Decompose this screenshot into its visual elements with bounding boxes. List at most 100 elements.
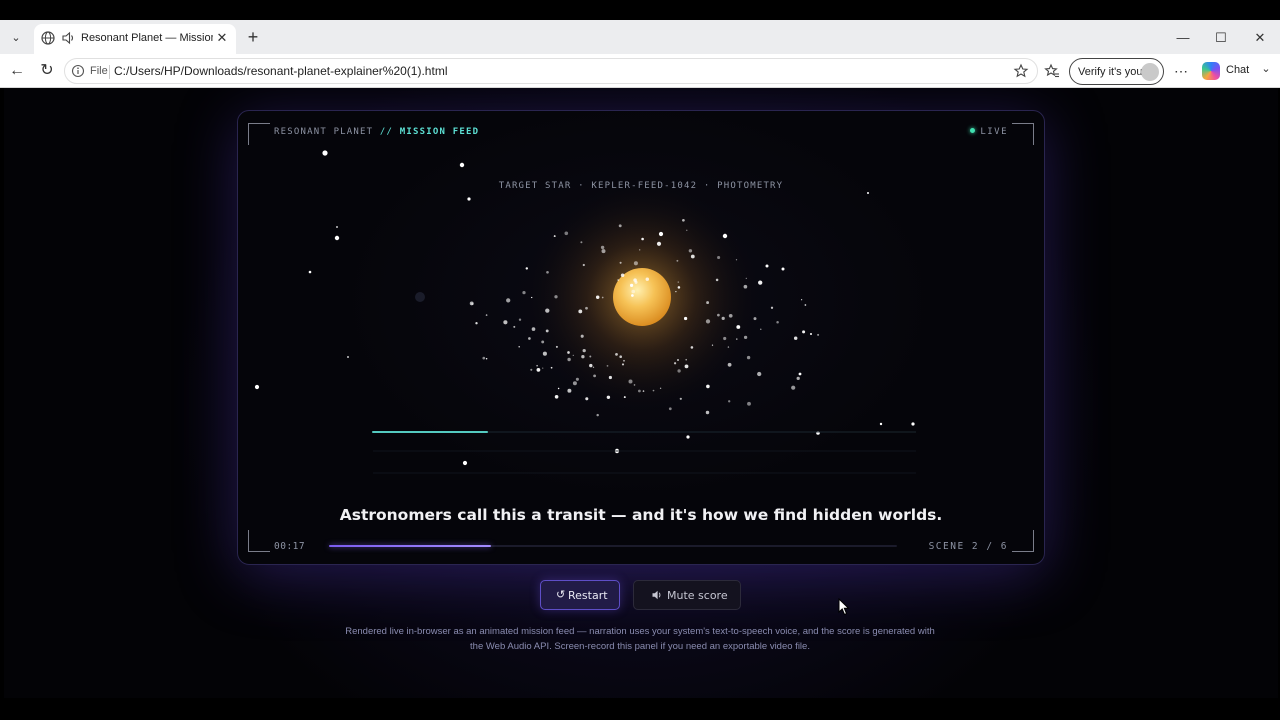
favorites-icon[interactable] xyxy=(1044,63,1060,79)
star-particle xyxy=(798,372,802,376)
star-icon[interactable] xyxy=(1013,63,1029,79)
narration-caption: Astronomers call this a transit — and it… xyxy=(339,506,943,524)
star-particle xyxy=(485,314,488,316)
star-particle xyxy=(688,249,693,253)
star-particle xyxy=(796,376,800,381)
chat-button[interactable]: Chat xyxy=(1200,60,1262,82)
mute-score-button[interactable]: Mute score xyxy=(633,580,741,610)
star-particle xyxy=(757,371,762,377)
star-particle xyxy=(765,264,769,268)
star-particle xyxy=(758,280,763,285)
star-particle xyxy=(593,374,596,378)
star-particle xyxy=(631,289,636,294)
star-particle xyxy=(656,241,662,246)
star-particle xyxy=(506,298,511,303)
star-particle xyxy=(554,295,558,299)
star-particle xyxy=(334,235,340,241)
star-particle xyxy=(760,328,762,330)
live-dot-icon xyxy=(970,128,976,133)
tab-close-icon[interactable]: ✕ xyxy=(214,30,230,46)
star-particle xyxy=(619,261,622,264)
star-particle xyxy=(601,249,606,254)
light-curve xyxy=(372,431,916,474)
hud-corner-bottom-right xyxy=(1012,530,1034,552)
address-scheme: File xyxy=(90,65,108,77)
star-particle xyxy=(601,296,604,299)
star-particle xyxy=(606,395,611,400)
star-particle xyxy=(736,325,741,329)
close-window-button[interactable]: ✕ xyxy=(1248,28,1272,48)
star-particle xyxy=(631,294,634,297)
chevron-down-icon[interactable]: ⌄ xyxy=(1258,62,1274,80)
star-particle xyxy=(580,334,584,338)
star-particle xyxy=(676,259,679,262)
info-icon[interactable] xyxy=(71,64,85,78)
star-particle xyxy=(727,346,730,348)
star-particle xyxy=(522,290,526,295)
maximize-button[interactable]: ☐ xyxy=(1209,28,1233,48)
star-particle xyxy=(791,385,796,390)
star-particle xyxy=(347,356,349,358)
star-particle xyxy=(690,254,695,259)
star-particle xyxy=(462,460,468,466)
star-particle xyxy=(743,284,748,289)
star-particle xyxy=(513,325,516,328)
star-particle xyxy=(715,278,719,282)
star-particle xyxy=(867,192,869,194)
new-tab-button[interactable]: + xyxy=(243,28,263,48)
playback-progress-fill xyxy=(329,545,491,547)
star-particle xyxy=(254,384,260,390)
star-particle xyxy=(911,422,915,426)
address-url[interactable]: C:/Users/HP/Downloads/resonant-planet-ex… xyxy=(114,64,447,78)
star-particle xyxy=(322,150,328,156)
avatar xyxy=(1141,63,1159,81)
tab-menu-chevron-down-icon[interactable]: ⌄ xyxy=(6,28,26,48)
star-particle xyxy=(589,363,593,368)
star-particle xyxy=(471,302,474,306)
star-particle xyxy=(801,299,803,301)
star-particle xyxy=(642,390,645,392)
star-particle xyxy=(683,316,688,321)
star-particle xyxy=(542,367,544,369)
browser-tab[interactable]: Resonant Planet — Mission Fe ✕ xyxy=(34,24,236,54)
star-particle xyxy=(721,316,725,321)
restart-label: Restart xyxy=(568,589,608,602)
star-particle xyxy=(545,329,549,333)
more-icon[interactable]: ⋯ xyxy=(1171,61,1191,81)
back-arrow-icon[interactable]: ← xyxy=(7,61,27,81)
playback-progress-bar[interactable] xyxy=(329,545,897,547)
address-bar[interactable]: File C:/Users/HP/Downloads/resonant-plan… xyxy=(64,58,1038,84)
star-particle xyxy=(685,358,687,361)
star-particle xyxy=(595,295,600,300)
verify-profile-button[interactable]: Verify it's you xyxy=(1069,58,1164,85)
star-particle xyxy=(804,304,807,306)
star-particle xyxy=(705,319,711,324)
star-particle xyxy=(634,280,638,284)
star-particle xyxy=(546,270,549,274)
star-particle xyxy=(711,344,714,346)
star-particle xyxy=(717,255,721,260)
transiting-planet xyxy=(415,292,425,302)
star-particle xyxy=(530,368,533,371)
star-particle xyxy=(793,336,798,340)
minimize-button[interactable]: — xyxy=(1171,28,1195,48)
feed-title: RESONANT PLANET // MISSION FEED xyxy=(274,127,479,137)
restart-button[interactable]: ↺ Restart xyxy=(540,580,620,610)
star-particle xyxy=(615,353,618,356)
bottom-black-bar xyxy=(0,698,1280,720)
globe-icon xyxy=(41,31,55,45)
star-particle xyxy=(677,281,680,283)
star-particle xyxy=(623,396,626,399)
star-particle xyxy=(628,379,633,384)
star-particle xyxy=(503,320,508,325)
star-particle xyxy=(668,407,672,411)
reload-icon[interactable]: ↻ xyxy=(37,61,57,81)
speaker-icon[interactable] xyxy=(60,30,76,46)
feed-brand: RESONANT PLANET xyxy=(274,127,374,137)
star-particle xyxy=(585,397,589,401)
star-particle xyxy=(608,375,612,380)
star-particle xyxy=(677,369,681,373)
hud-corner-top-left xyxy=(248,123,270,145)
speaker-icon xyxy=(652,590,661,600)
star-particle xyxy=(717,313,720,317)
